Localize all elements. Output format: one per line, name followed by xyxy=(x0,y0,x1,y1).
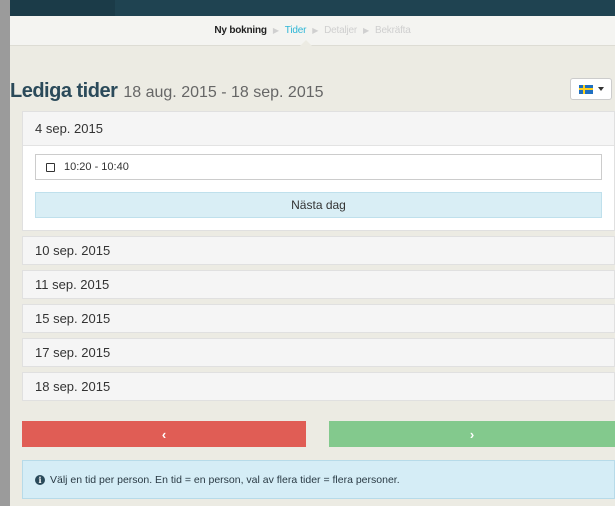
info-icon: i xyxy=(35,474,45,485)
time-slot-option[interactable]: 10:20 - 10:40 xyxy=(35,154,602,180)
day-panel[interactable]: 10 sep. 2015 xyxy=(22,236,615,265)
step-times[interactable]: Tider xyxy=(285,25,307,36)
next-button[interactable]: › xyxy=(329,421,615,447)
day-panel-open: 4 sep. 2015 10:20 - 10:40 Nästa dag xyxy=(22,111,615,231)
step-details: Detaljer xyxy=(324,25,358,36)
slot-checkbox[interactable] xyxy=(46,162,55,172)
booking-app: Ny bokning ▶ Tider ▶ Detaljer ▶ Bekräfta… xyxy=(10,0,615,506)
day-header[interactable]: 4 sep. 2015 xyxy=(23,112,614,146)
step-confirm: Bekräfta xyxy=(374,25,411,36)
chevron-down-icon xyxy=(597,87,604,91)
step-separator-icon: ▶ xyxy=(363,26,369,35)
swedish-flag-icon xyxy=(578,84,593,94)
language-dropdown[interactable] xyxy=(570,78,612,100)
next-day-button[interactable]: Nästa dag xyxy=(35,192,602,218)
day-panel[interactable]: 11 sep. 2015 xyxy=(22,270,615,299)
step-separator-icon: ▶ xyxy=(272,26,279,35)
day-panel[interactable]: 18 sep. 2015 xyxy=(22,372,615,401)
booking-steps: Ny bokning ▶ Tider ▶ Detaljer ▶ Bekräfta xyxy=(10,16,615,46)
top-bar xyxy=(10,0,615,16)
info-alert: i Välj en tid per person. En tid = en pe… xyxy=(22,460,615,499)
page-title: Lediga tider xyxy=(10,80,118,102)
step-new-booking[interactable]: Ny bokning xyxy=(214,25,267,36)
info-text: Välj en tid per person. En tid = en pers… xyxy=(50,473,400,486)
top-bar-accent xyxy=(10,0,115,16)
active-step-pointer xyxy=(300,40,312,46)
slot-time-label: 10:20 - 10:40 xyxy=(64,161,129,173)
day-panel[interactable]: 15 sep. 2015 xyxy=(22,304,615,333)
page-heading: Lediga tider 18 aug. 2015 - 18 sep. 2015 xyxy=(10,80,324,103)
chevron-right-icon: › xyxy=(469,426,475,442)
chevron-left-icon: ‹ xyxy=(161,426,167,442)
previous-button[interactable]: ‹ xyxy=(22,421,306,447)
date-range: 18 aug. 2015 - 18 sep. 2015 xyxy=(123,84,324,101)
day-panel[interactable]: 17 sep. 2015 xyxy=(22,338,615,367)
step-separator-icon: ▶ xyxy=(312,26,319,35)
